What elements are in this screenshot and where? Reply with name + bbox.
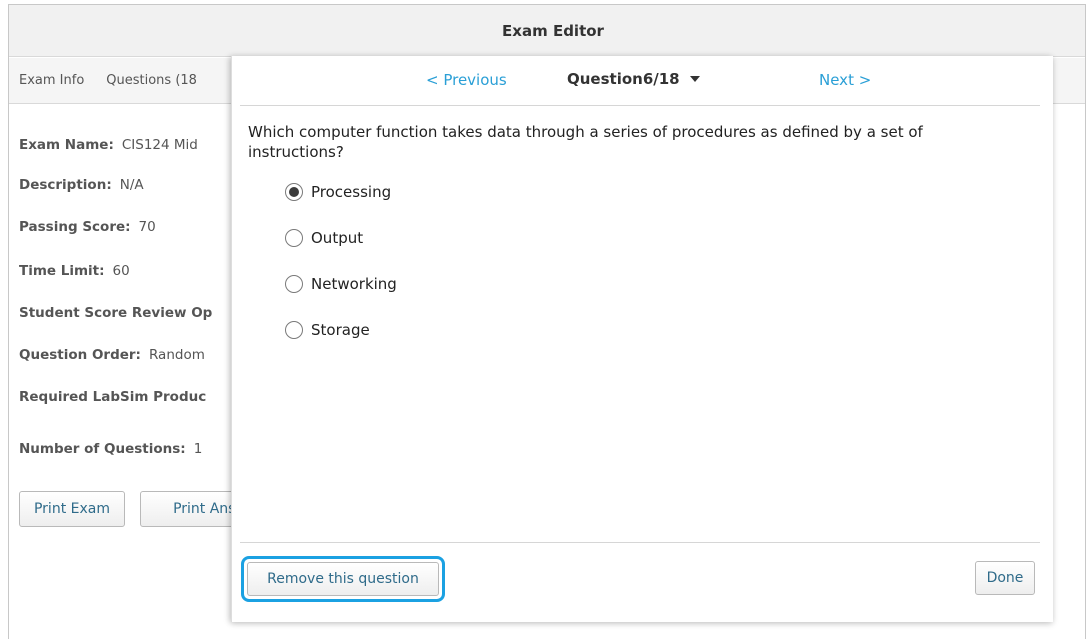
radio-dot-icon [289, 187, 299, 197]
time-limit-label: Time Limit: [19, 263, 105, 279]
answer-option-label: Output [311, 229, 364, 247]
next-question-link[interactable]: Next > [819, 71, 871, 89]
answer-option-label: Storage [311, 321, 370, 339]
question-text: Which computer function takes data throu… [248, 123, 923, 161]
remove-question-button[interactable]: Remove this question [247, 562, 439, 596]
description-row: Description: N/A [19, 177, 144, 193]
time-limit-value: 60 [112, 263, 130, 279]
divider [240, 542, 1040, 543]
question-order-row: Question Order: Random [19, 347, 205, 363]
time-limit-row: Time Limit: 60 [19, 263, 130, 279]
done-button[interactable]: Done [975, 561, 1035, 595]
number-of-questions-label: Number of Questions: [19, 441, 186, 457]
answer-option-networking[interactable]: Networking [285, 275, 397, 293]
passing-score-value: 70 [138, 219, 156, 235]
student-score-review-row: Student Score Review Op [19, 305, 220, 321]
number-of-questions-row: Number of Questions: 1 [19, 441, 202, 457]
radio-button[interactable] [285, 275, 303, 293]
passing-score-row: Passing Score: 70 [19, 219, 156, 235]
description-value: N/A [119, 177, 144, 193]
print-exam-button[interactable]: Print Exam [19, 491, 125, 527]
tab-exam-info[interactable]: Exam Info [19, 73, 84, 88]
radio-button[interactable] [285, 321, 303, 339]
exam-name-row: Exam Name: CIS124 Mid [19, 137, 198, 153]
question-order-label: Question Order: [19, 347, 141, 363]
app-viewport: Exam Editor Exam Info Questions (18 Exam… [0, 0, 1092, 639]
question-navigation: < Previous Question6/18 Next > [232, 56, 1053, 104]
answer-option-label: Processing [311, 183, 392, 201]
exam-name-label: Exam Name: [19, 137, 114, 153]
radio-button-selected[interactable] [285, 183, 303, 201]
answer-option-output[interactable]: Output [285, 229, 363, 247]
previous-question-link[interactable]: < Previous [426, 71, 507, 89]
description-label: Description: [19, 177, 112, 193]
question-editor-modal: < Previous Question6/18 Next > Which com… [231, 56, 1053, 622]
remove-question-highlight: Remove this question [241, 556, 445, 602]
exam-name-value: CIS124 Mid [121, 137, 198, 153]
student-score-review-label: Student Score Review Op [19, 305, 213, 321]
required-labsim-label: Required LabSim Produc [19, 389, 207, 405]
divider [240, 105, 1040, 106]
title-bar: Exam Editor [9, 5, 1085, 57]
radio-button[interactable] [285, 229, 303, 247]
window-title: Exam Editor [502, 21, 604, 40]
caret-down-icon [689, 76, 700, 82]
question-select-dropdown[interactable]: Question6/18 [567, 70, 700, 88]
question-order-value: Random [148, 347, 205, 363]
passing-score-label: Passing Score: [19, 219, 131, 235]
answer-option-storage[interactable]: Storage [285, 321, 370, 339]
required-labsim-row: Required LabSim Produc [19, 389, 214, 405]
number-of-questions-value: 1 [193, 441, 203, 457]
answer-option-label: Networking [311, 275, 397, 293]
answer-option-processing[interactable]: Processing [285, 183, 391, 201]
question-counter: Question6/18 [567, 70, 680, 88]
tab-questions[interactable]: Questions (18 [106, 73, 197, 88]
